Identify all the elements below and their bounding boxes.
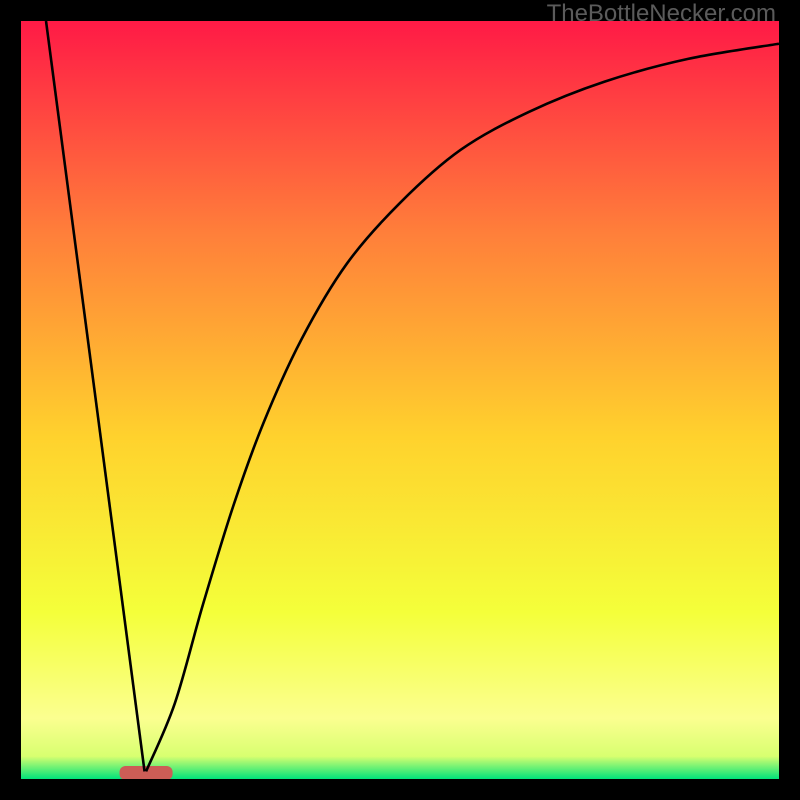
bottom-marker — [120, 766, 173, 779]
chart-plot — [21, 21, 779, 779]
gradient-background — [21, 21, 779, 779]
watermark-text: TheBottleNecker.com — [547, 0, 776, 28]
chart-frame: TheBottleNecker.com — [0, 0, 800, 800]
